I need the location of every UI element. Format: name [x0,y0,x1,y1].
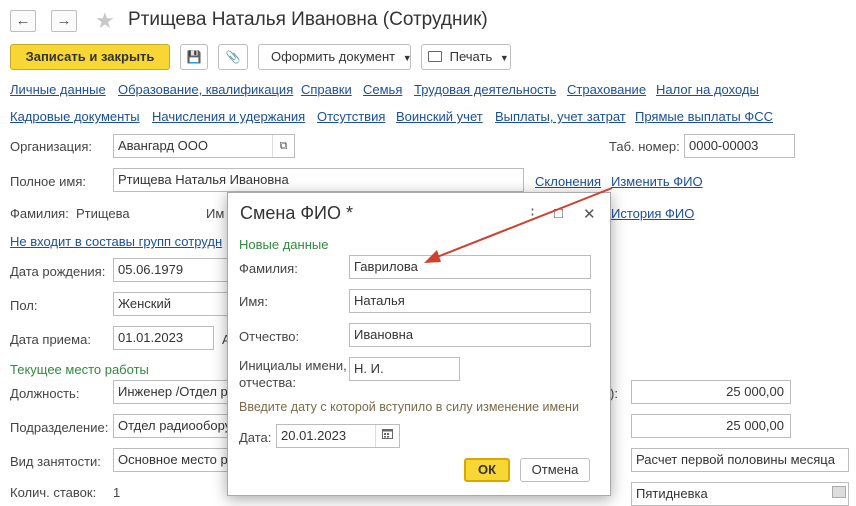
annotation-arrow [424,187,613,263]
